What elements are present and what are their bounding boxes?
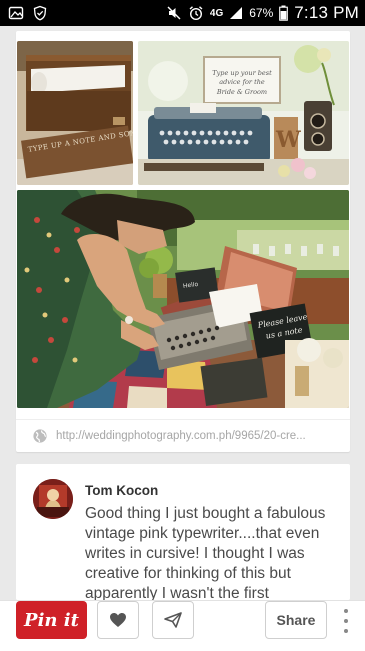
battery-icon xyxy=(279,5,289,21)
status-bar: 4G 67% 7:13 PM xyxy=(0,0,365,26)
wedding-sign-text: Type up your best xyxy=(212,69,272,77)
like-button[interactable] xyxy=(97,601,139,639)
signal-icon xyxy=(229,6,243,20)
photo-guest-typing[interactable]: Hello Please leave us a note xyxy=(17,190,349,408)
network-type: 4G xyxy=(209,7,224,19)
heart-icon xyxy=(109,612,127,628)
send-icon xyxy=(164,612,182,628)
battery-percent: 67% xyxy=(249,6,274,20)
svg-text:advice for the: advice for the xyxy=(219,78,265,86)
comment-text: Good thing I just bought a fabulous vint… xyxy=(85,505,326,600)
alarm-icon xyxy=(188,5,204,21)
shield-notification-icon xyxy=(32,5,48,21)
photo-typewriter-sign-table[interactable]: Type up your best advice for the Bride &… xyxy=(138,41,349,185)
pin-card[interactable]: TYPE UP A NOTE AND SOME TIME Type up you… xyxy=(16,31,350,452)
svg-text:W: W xyxy=(275,127,301,153)
send-button[interactable] xyxy=(152,601,194,639)
source-link[interactable]: http://weddingphotography.com.ph/9965/20… xyxy=(16,419,350,452)
svg-text:Bride & Groom: Bride & Groom xyxy=(216,88,267,96)
more-options-icon[interactable] xyxy=(340,609,352,633)
source-url: http://weddingphotography.com.ph/9965/20… xyxy=(56,430,306,442)
pin-it-button[interactable]: Pin it xyxy=(16,601,87,639)
avatar[interactable] xyxy=(33,479,73,519)
mute-icon xyxy=(166,5,182,21)
photo-notification-icon xyxy=(8,5,24,21)
globe-icon xyxy=(32,428,48,444)
clock: 7:13 PM xyxy=(294,3,359,22)
photo-crate-paper-roll[interactable]: TYPE UP A NOTE AND SOME TIME xyxy=(17,41,133,185)
action-bar: Pin it Share xyxy=(0,600,365,651)
comment-author[interactable]: Tom Kocon xyxy=(85,483,158,498)
comment-card: Tom Kocon Good thing I just bought a fab… xyxy=(16,464,350,600)
share-button[interactable]: Share xyxy=(265,601,327,639)
